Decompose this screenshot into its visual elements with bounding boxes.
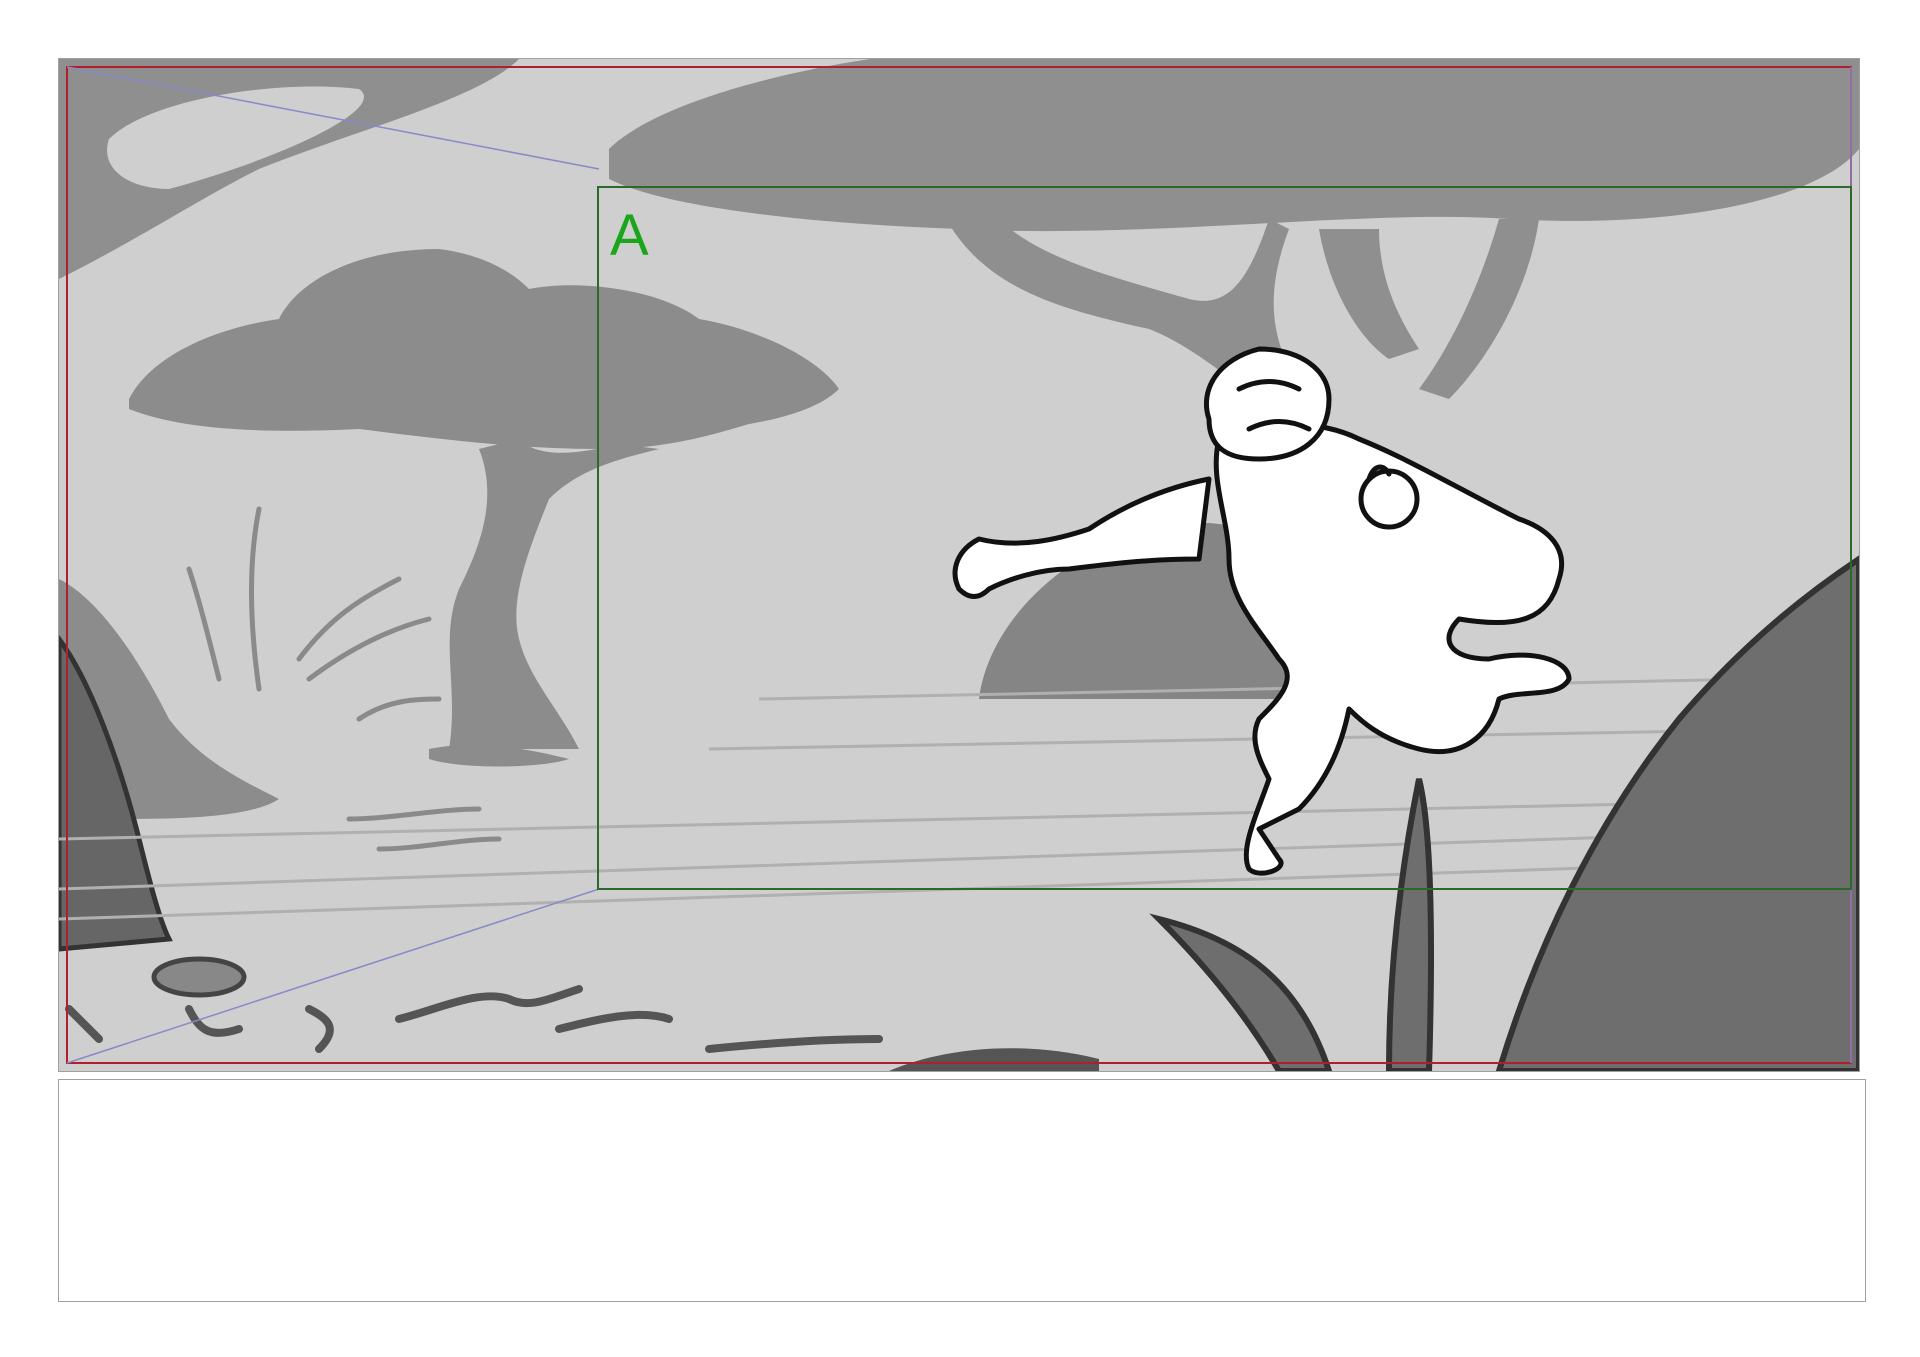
camera-field-label: A [610,203,649,268]
background-tree-canopy-right [609,59,1859,232]
stone [151,956,247,998]
storyboard-page: A [0,0,1920,1357]
character-head [1203,346,1332,462]
panel-notes-box[interactable] [58,1079,1866,1302]
storyboard-panel: A [58,58,1860,1072]
panel-artwork [59,59,1859,1071]
